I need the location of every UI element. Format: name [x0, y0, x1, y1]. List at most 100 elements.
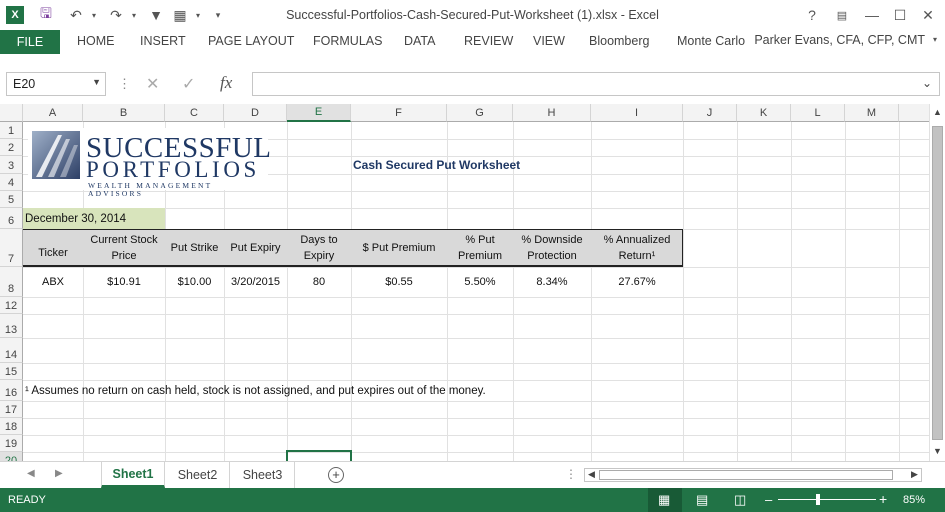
- column-header-a[interactable]: A: [23, 104, 83, 122]
- cancel-icon[interactable]: ✕: [146, 74, 159, 94]
- formula-input[interactable]: [252, 72, 940, 96]
- row-header[interactable]: 12: [0, 297, 23, 314]
- zoom-out-icon[interactable]: –: [765, 492, 772, 507]
- next-sheet-icon[interactable]: ▶: [55, 468, 63, 479]
- tab-data[interactable]: DATA: [404, 34, 435, 48]
- tab-review[interactable]: REVIEW: [464, 34, 513, 48]
- insert-function-icon[interactable]: fx: [220, 73, 232, 93]
- column-header-b[interactable]: B: [83, 104, 165, 122]
- cell-put-premium-pct[interactable]: 5.50%: [447, 267, 513, 297]
- page-layout-view-icon[interactable]: ▤: [696, 492, 708, 508]
- row-header[interactable]: 1: [0, 122, 23, 139]
- zoom-level[interactable]: 85%: [903, 494, 925, 506]
- scroll-up-icon[interactable]: ▲: [933, 107, 942, 117]
- scroll-thumb[interactable]: [932, 126, 943, 440]
- column-header-c[interactable]: C: [165, 104, 224, 122]
- zoom-slider-track[interactable]: [778, 499, 876, 500]
- more-options-icon[interactable]: ⋮: [118, 76, 131, 92]
- minimize-icon[interactable]: —: [862, 6, 882, 24]
- column-header-e[interactable]: E: [287, 104, 351, 122]
- tab-sheet2[interactable]: Sheet2: [166, 462, 230, 488]
- column-header-k[interactable]: K: [737, 104, 791, 122]
- cell-days-to-expiry[interactable]: 80: [287, 267, 351, 297]
- horizontal-scrollbar[interactable]: ◀ ▶: [584, 468, 922, 482]
- cell-put-premium-dollar[interactable]: $0.55: [351, 267, 447, 297]
- file-tab[interactable]: FILE: [0, 30, 60, 54]
- tab-formulas[interactable]: FORMULAS: [313, 34, 382, 48]
- select-all-corner[interactable]: [0, 104, 23, 122]
- footnote[interactable]: ¹ Assumes no return on cash held, stock …: [23, 380, 623, 401]
- row-header[interactable]: 16: [0, 380, 23, 401]
- column-header-j[interactable]: J: [683, 104, 737, 122]
- close-icon[interactable]: ✕: [918, 6, 938, 24]
- normal-view-icon[interactable]: ▦: [658, 492, 670, 508]
- row-header[interactable]: 2: [0, 139, 23, 156]
- vertical-scrollbar[interactable]: ▲ ▼: [929, 104, 945, 461]
- spreadsheet-grid[interactable]: A B C D E F G H I J K L M 1 2 3 4 5 6 7 …: [0, 104, 930, 461]
- zoom-slider-thumb[interactable]: [816, 494, 820, 505]
- cell-ticker[interactable]: ABX: [23, 267, 83, 297]
- user-account[interactable]: Parker Evans, CFA, CFP, CMT: [754, 33, 925, 47]
- row-header[interactable]: 5: [0, 191, 23, 208]
- header-ticker[interactable]: Ticker: [23, 230, 83, 266]
- horizontal-scroll-thumb[interactable]: [599, 470, 893, 480]
- row-header[interactable]: 19: [0, 435, 23, 452]
- header-put-strike[interactable]: Put Strike: [165, 230, 224, 266]
- column-header-f[interactable]: F: [351, 104, 447, 122]
- cell-put-expiry[interactable]: 3/20/2015: [224, 267, 287, 297]
- maximize-icon[interactable]: ☐: [890, 6, 910, 24]
- tab-monte-carlo[interactable]: Monte Carlo: [677, 34, 745, 48]
- scroll-down-icon[interactable]: ▼: [933, 446, 942, 456]
- cell-annualized-return[interactable]: 27.67%: [591, 267, 683, 297]
- zoom-in-icon[interactable]: +: [879, 491, 887, 507]
- enter-icon[interactable]: ✓: [182, 74, 195, 94]
- row-header[interactable]: 15: [0, 363, 23, 380]
- cell-put-strike[interactable]: $10.00: [165, 267, 224, 297]
- row-header[interactable]: 4: [0, 174, 23, 191]
- chevron-down-icon[interactable]: ▼: [92, 77, 101, 87]
- new-sheet-icon[interactable]: +: [328, 467, 344, 483]
- row-header[interactable]: 18: [0, 418, 23, 435]
- header-downside-protection[interactable]: % Downside Protection: [513, 230, 591, 266]
- ribbon-display-icon[interactable]: ▤: [832, 6, 852, 24]
- tab-insert[interactable]: INSERT: [140, 34, 186, 48]
- column-header-l[interactable]: L: [791, 104, 845, 122]
- column-header-n[interactable]: [899, 104, 930, 122]
- header-days-to-expiry[interactable]: Days to Expiry: [294, 230, 344, 266]
- tab-split-icon[interactable]: ⋮: [565, 467, 577, 481]
- tab-sheet3[interactable]: Sheet3: [231, 462, 295, 488]
- row-header-selected[interactable]: 20: [0, 452, 23, 461]
- header-current-stock-price[interactable]: Current Stock Price: [83, 230, 165, 266]
- column-header-h[interactable]: H: [513, 104, 591, 122]
- active-cell-e20[interactable]: [286, 450, 352, 461]
- name-box[interactable]: E20 ▼: [6, 72, 106, 96]
- header-put-premium-pct[interactable]: % Put Premium: [454, 230, 506, 266]
- row-header[interactable]: 6: [0, 208, 23, 229]
- row-header[interactable]: 13: [0, 314, 23, 338]
- help-icon[interactable]: ?: [802, 6, 822, 24]
- header-put-expiry[interactable]: Put Expiry: [224, 230, 287, 266]
- row-header[interactable]: 3: [0, 156, 23, 174]
- tab-sheet1[interactable]: Sheet1: [101, 462, 165, 488]
- prev-sheet-icon[interactable]: ◀: [27, 468, 35, 479]
- tab-bloomberg[interactable]: Bloomberg: [589, 34, 649, 48]
- column-header-m[interactable]: M: [845, 104, 899, 122]
- page-break-preview-icon[interactable]: ◫: [734, 492, 746, 508]
- sheet-title[interactable]: Cash Secured Put Worksheet: [351, 156, 526, 174]
- expand-formula-bar-icon[interactable]: ⌄: [922, 76, 932, 90]
- cell-current-stock-price[interactable]: $10.91: [83, 267, 165, 297]
- user-dropdown-icon[interactable]: ▾: [933, 35, 937, 44]
- row-header[interactable]: 7: [0, 229, 23, 267]
- report-date[interactable]: December 30, 2014: [23, 208, 165, 229]
- cell-downside-protection[interactable]: 8.34%: [513, 267, 591, 297]
- scroll-left-icon[interactable]: ◀: [588, 469, 595, 480]
- column-header-d[interactable]: D: [224, 104, 287, 122]
- header-annualized-return[interactable]: % Annualized Return¹: [591, 230, 683, 266]
- row-header[interactable]: 17: [0, 401, 23, 418]
- tab-page-layout[interactable]: PAGE LAYOUT: [208, 34, 294, 48]
- tab-home[interactable]: HOME: [77, 34, 115, 48]
- column-header-i[interactable]: I: [591, 104, 683, 122]
- row-header[interactable]: 14: [0, 338, 23, 363]
- column-header-g[interactable]: G: [447, 104, 513, 122]
- tab-view[interactable]: VIEW: [533, 34, 565, 48]
